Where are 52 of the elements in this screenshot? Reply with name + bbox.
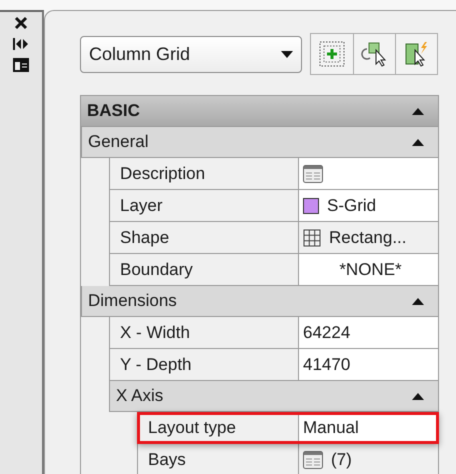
collapse-icon[interactable] — [412, 298, 424, 304]
arrows-icon[interactable] — [13, 38, 29, 50]
value-text: Manual — [303, 418, 359, 438]
property-name: Shape — [109, 222, 299, 254]
property-value[interactable]: Rectang... — [299, 222, 439, 254]
property-name: Layer — [109, 190, 299, 222]
category-title: Dimensions — [88, 291, 177, 311]
property-value[interactable]: Manual — [299, 412, 439, 444]
property-name: Y - Depth — [109, 349, 299, 381]
close-icon[interactable] — [14, 16, 28, 30]
category-header[interactable]: X Axis — [109, 381, 439, 412]
value-text: Rectang... — [329, 228, 406, 248]
collapse-icon[interactable] — [412, 392, 424, 400]
dropdown-value: Column Grid — [89, 44, 190, 64]
category-header[interactable]: BASIC — [81, 96, 439, 127]
property-name: X - Width — [109, 317, 299, 349]
property-row[interactable]: Description — [109, 158, 439, 190]
property-value[interactable]: *NONE* — [299, 254, 439, 286]
value-text: S-Grid — [327, 196, 376, 216]
property-name: Boundary — [109, 254, 299, 286]
highlighted-row[interactable]: Layout type Manual — [137, 412, 439, 444]
category-title: X Axis — [116, 386, 164, 406]
dotted-square-plus-icon — [319, 41, 345, 67]
value-text: (7) — [331, 450, 352, 470]
collapse-icon[interactable] — [412, 108, 424, 114]
property-name: Description — [109, 158, 299, 190]
property-row[interactable]: Bays (7) — [137, 444, 439, 474]
property-value[interactable]: 41470 — [299, 349, 439, 381]
category-title: BASIC — [87, 101, 140, 121]
dialog-icon[interactable] — [303, 164, 323, 182]
object-type-dropdown[interactable]: Column Grid — [80, 36, 302, 72]
caret-icon — [281, 50, 293, 58]
cursor-square-icon — [360, 41, 388, 67]
property-row[interactable]: Y - Depth 41470 — [109, 349, 439, 381]
property-value[interactable] — [299, 158, 439, 190]
category-header[interactable]: Dimensions — [81, 286, 439, 317]
category-title: General — [88, 132, 148, 152]
value-text: 64224 — [303, 322, 350, 342]
value-text: 41470 — [303, 354, 350, 374]
property-row[interactable]: Layer S-Grid — [109, 190, 439, 222]
property-name: Bays — [137, 444, 299, 474]
grid-icon — [303, 228, 321, 246]
property-value[interactable]: 64224 — [299, 317, 439, 349]
property-row[interactable]: X - Width 64224 — [109, 317, 439, 349]
collapse-icon[interactable] — [412, 138, 424, 146]
category-header[interactable]: General — [81, 127, 439, 158]
property-value[interactable]: S-Grid — [299, 190, 439, 222]
panel-icon[interactable] — [13, 58, 29, 72]
dialog-icon[interactable] — [303, 450, 323, 468]
property-row[interactable]: Boundary *NONE* — [109, 254, 439, 286]
value-text: *NONE* — [339, 260, 402, 280]
property-row[interactable]: Shape Rectang... — [109, 222, 439, 254]
